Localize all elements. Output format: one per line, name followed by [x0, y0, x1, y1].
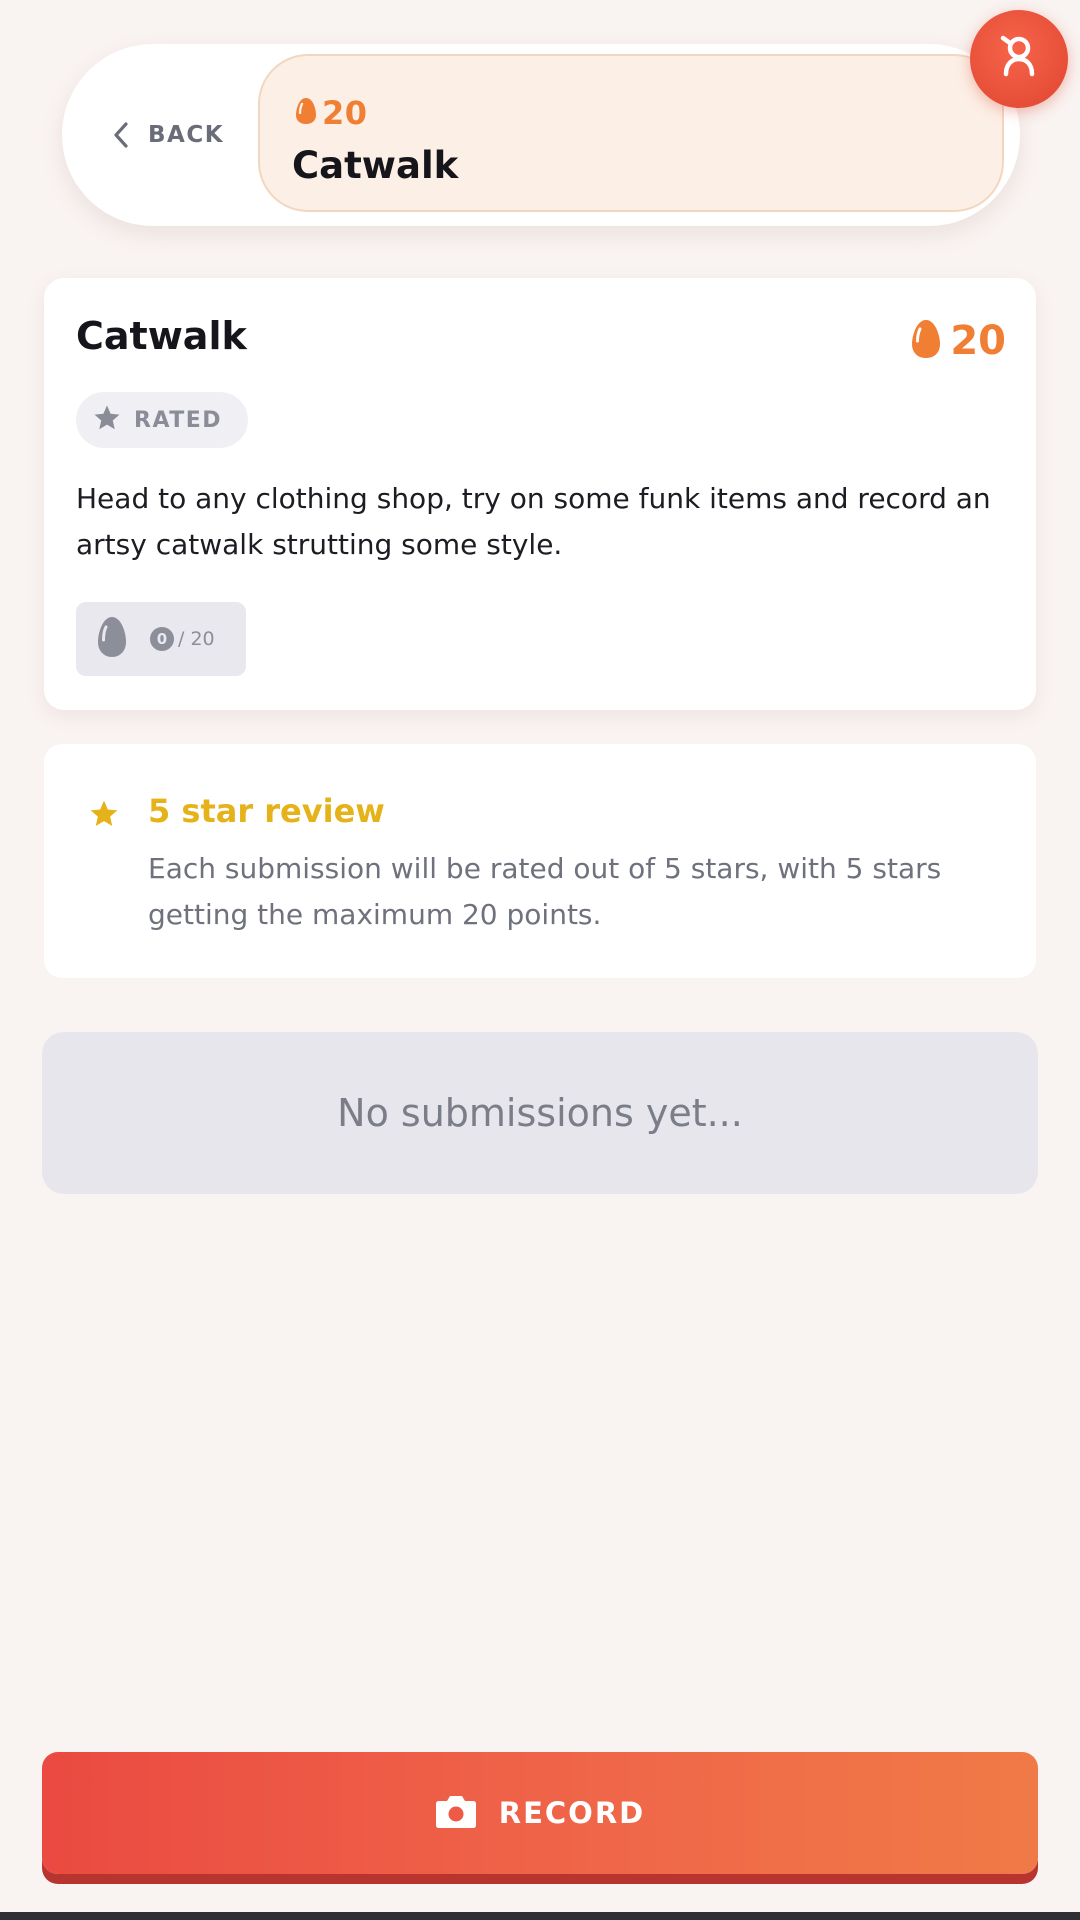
user-icon	[992, 30, 1046, 88]
submissions-empty-state: No submissions yet...	[42, 1032, 1038, 1194]
back-button[interactable]: BACK	[112, 105, 224, 165]
progress-current: 0	[150, 627, 174, 651]
title-points: 20	[294, 94, 368, 132]
challenge-points-value: 20	[950, 318, 1006, 364]
rated-label: RATED	[134, 407, 223, 433]
page-title: Catwalk	[292, 144, 459, 187]
challenge-title: Catwalk	[76, 314, 247, 358]
back-label: BACK	[148, 122, 225, 148]
challenge-title-card: 20 Catwalk	[258, 54, 1004, 212]
camera-icon	[435, 1793, 477, 1833]
egg-icon	[910, 318, 942, 364]
star-icon	[88, 798, 120, 834]
challenge-points: 20	[910, 318, 1006, 364]
egg-icon	[96, 615, 128, 663]
challenge-description: Head to any clothing shop, try on some f…	[76, 482, 991, 561]
record-label: RECORD	[498, 1796, 646, 1830]
header-bar: BACK 20 Catwalk	[62, 44, 1020, 226]
star-icon	[76, 403, 122, 437]
review-title: 5 star review	[148, 792, 385, 830]
system-nav-bar	[0, 1912, 1080, 1920]
avatar[interactable]	[970, 10, 1068, 108]
challenge-card: Catwalk 20 RATED Head to any clothing sh…	[44, 278, 1036, 710]
review-description: Each submission will be rated out of 5 s…	[148, 852, 942, 931]
progress-count: 0 / 20	[150, 627, 215, 651]
rated-badge: RATED	[76, 392, 248, 448]
record-button[interactable]: RECORD	[42, 1752, 1038, 1874]
title-points-value: 20	[322, 94, 368, 132]
empty-state-text: No submissions yet...	[337, 1091, 743, 1135]
egg-icon	[294, 96, 318, 130]
review-info-card: 5 star review Each submission will be ra…	[44, 744, 1036, 978]
progress-total: / 20	[178, 628, 215, 650]
progress-chip: 0 / 20	[76, 602, 246, 676]
chevron-left-icon	[112, 121, 130, 149]
